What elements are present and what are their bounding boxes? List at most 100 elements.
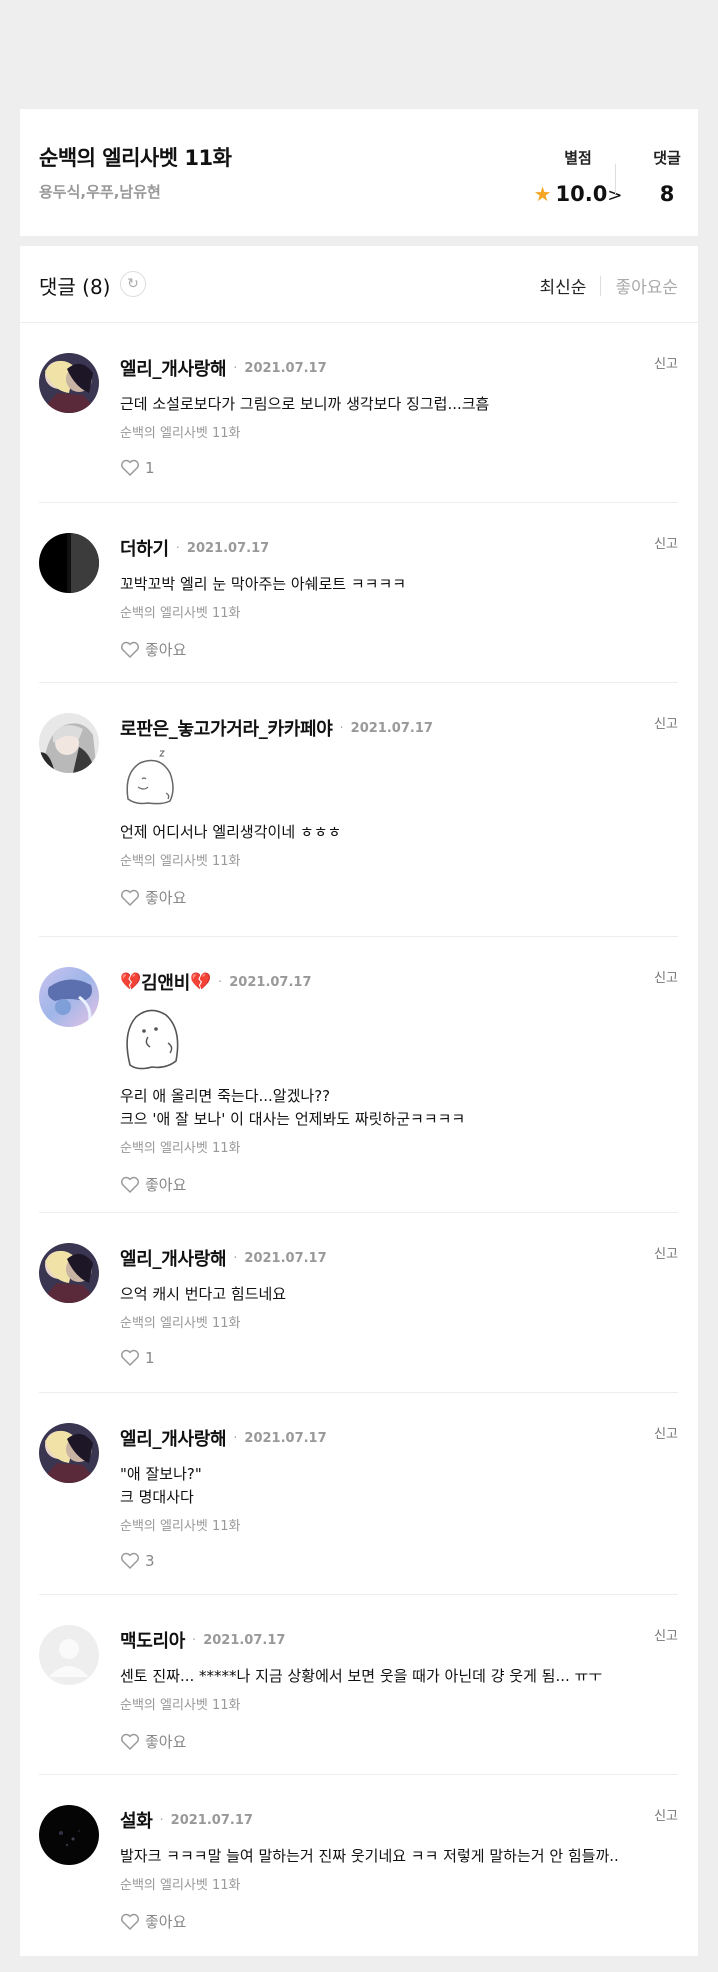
episode-header: 순백의 엘리사벳 11화 용두식,우푸,남유현 별점 ★ 10.0> 댓글 8 — [20, 109, 698, 236]
comment-item: 신고 맥도리아 · 2021.07.17 센토 진짜... *****나 지금 … — [39, 1595, 678, 1775]
comment-item: 신고 💔 김앤비 💔 · 2021.07.17 우리 애 올리면 죽는다...알… — [39, 937, 678, 1213]
separator-dot: · — [233, 1430, 238, 1446]
avatar[interactable] — [39, 967, 99, 1027]
like-count: 좋아요 — [145, 1176, 187, 1194]
comment-text: 근데 소설로보다가 그림으로 보니까 생각보다 징그럽...크흠 — [120, 395, 490, 413]
comments-list-header: 댓글 (8) ↻ 최신순 좋아요순 — [20, 246, 698, 323]
like-count: 3 — [145, 1552, 155, 1570]
heart-icon — [121, 1552, 139, 1569]
like-count: 좋아요 — [145, 1913, 187, 1931]
score-stat[interactable]: 별점 ★ 10.0> — [530, 147, 626, 206]
heart-icon — [121, 1913, 139, 1930]
avatar[interactable] — [39, 353, 99, 413]
refresh-button[interactable]: ↻ — [120, 271, 146, 297]
comment-date: 2021.07.17 — [244, 1430, 327, 1446]
comment-item: 신고 로판은_놓고가거라_카카페야 · 2021.07.17 언제 어디서나 엘… — [39, 683, 678, 937]
comment-item: 신고 더하기 · 2021.07.17 꼬박꼬박 엘리 눈 막아주는 아쉐로트 … — [39, 503, 678, 683]
comment-item: 신고 엘리_개사랑해 · 2021.07.17 근데 소설로보다가 그림으로 보… — [39, 323, 678, 503]
comment-nickname[interactable]: 엘리_개사랑해 — [120, 1425, 227, 1451]
separator-dot: · — [159, 1812, 164, 1828]
sort-options: 최신순 좋아요순 — [540, 273, 678, 298]
comment-text: 으억 캐시 번다고 힘드네요 — [120, 1285, 287, 1303]
heart-icon — [121, 889, 139, 906]
like-button[interactable]: 좋아요 — [120, 887, 678, 908]
default-avatar[interactable] — [39, 1625, 99, 1685]
comment-item: 신고 엘리_개사랑해 · 2021.07.17 으억 캐시 번다고 힘드네요 순… — [39, 1213, 678, 1393]
avatar[interactable] — [39, 1805, 99, 1865]
like-count: 좋아요 — [145, 1733, 187, 1751]
comments-count: 8 — [659, 182, 675, 206]
heart-icon — [121, 1349, 139, 1366]
star-icon: ★ — [533, 182, 552, 206]
comment-date: 2021.07.17 — [244, 360, 327, 376]
separator-dot: · — [192, 1632, 197, 1648]
comment-episode: 순백의 엘리사벳 11화 — [120, 606, 241, 621]
ghost-sticker — [120, 1003, 678, 1077]
comment-nickname[interactable]: 더하기 — [120, 535, 169, 561]
avatar[interactable] — [39, 1243, 99, 1303]
ghost-sticker — [120, 749, 678, 811]
comment-nickname[interactable]: 설화 — [120, 1807, 153, 1833]
broken-heart-icon: 💔 — [189, 972, 212, 992]
refresh-icon: ↻ — [127, 276, 139, 292]
score-label: 별점 — [564, 149, 592, 167]
comment-text: 우리 애 올리면 죽는다...알겠나?? 크으 '애 잘 보나' 이 대사는 언… — [120, 1087, 466, 1128]
like-button[interactable]: 1 — [120, 1349, 678, 1367]
separator-dot: · — [233, 1250, 238, 1266]
comments-stat[interactable]: 댓글 8 — [642, 147, 692, 206]
comment-nickname[interactable]: 로판은_놓고가거라_카카페야 — [120, 715, 333, 741]
like-button[interactable]: 좋아요 — [120, 1911, 678, 1932]
sort-divider — [600, 275, 602, 296]
comment-date: 2021.07.17 — [244, 1250, 327, 1266]
comment-item: 신고 설화 · 2021.07.17 발자크 ㅋㅋㅋ말 늘여 말하는거 진짜 웃… — [39, 1775, 678, 1955]
comment-episode: 순백의 엘리사벳 11화 — [120, 854, 241, 869]
comment-nickname[interactable]: 맥도리아 — [120, 1627, 185, 1653]
like-count: 좋아요 — [145, 641, 187, 659]
comment-nickname[interactable]: 엘리_개사랑해 — [120, 355, 227, 381]
comment-date: 2021.07.17 — [350, 720, 433, 736]
comments-section: 댓글 (8) ↻ 최신순 좋아요순 신고 엘리_개사랑해 · 2021.07.1… — [20, 246, 698, 1956]
separator-dot: · — [339, 720, 344, 736]
like-button[interactable]: 3 — [120, 1552, 678, 1570]
sort-likes-button[interactable]: 좋아요순 — [615, 273, 678, 298]
like-button[interactable]: 좋아요 — [120, 1731, 678, 1752]
separator-dot: · — [218, 974, 223, 990]
heart-icon — [121, 1733, 139, 1750]
heart-icon — [121, 641, 139, 658]
comment-text: "애 잘보나?" 크 명대사다 — [120, 1465, 202, 1506]
avatar[interactable] — [39, 713, 99, 773]
comment-episode: 순백의 엘리사벳 11화 — [120, 1316, 241, 1331]
episode-title: 순백의 엘리사벳 11화 — [39, 146, 232, 170]
like-count: 1 — [145, 459, 155, 477]
comment-nickname[interactable]: 김앤비 — [141, 969, 190, 995]
comments-title: 댓글 (8) — [39, 275, 111, 299]
comment-episode: 순백의 엘리사벳 11화 — [120, 1698, 241, 1713]
heart-icon — [121, 1176, 139, 1193]
comment-text: 발자크 ㅋㅋㅋ말 늘여 말하는거 진짜 웃기네요 ㅋㅋ 저렇게 말하는거 안 힘… — [120, 1847, 619, 1865]
comment-date: 2021.07.17 — [229, 974, 312, 990]
comment-episode: 순백의 엘리사벳 11화 — [120, 426, 241, 441]
comment-episode: 순백의 엘리사벳 11화 — [120, 1519, 241, 1534]
comment-text: 센토 진짜... *****나 지금 상황에서 보면 웃을 때가 아닌데 걍 웃… — [120, 1667, 603, 1685]
sort-latest-button[interactable]: 최신순 — [540, 273, 587, 298]
episode-authors: 용두식,우푸,남유현 — [39, 183, 161, 201]
comment-nickname[interactable]: 엘리_개사랑해 — [120, 1245, 227, 1271]
like-button[interactable]: 좋아요 — [120, 1174, 678, 1195]
comments-label: 댓글 — [653, 149, 681, 167]
comment-date: 2021.07.17 — [186, 540, 270, 556]
comment-date: 2021.07.17 — [170, 1812, 253, 1828]
stat-divider — [615, 164, 616, 194]
avatar[interactable] — [39, 1423, 99, 1483]
comment-item: 신고 엘리_개사랑해 · 2021.07.17 "애 잘보나?" 크 명대사다 … — [39, 1393, 678, 1595]
broken-heart-icon: 💔 — [120, 972, 142, 992]
comment-text: 언제 어디서나 엘리생각이네 ㅎㅎㅎ — [120, 823, 342, 841]
like-button[interactable]: 좋아요 — [120, 639, 678, 660]
avatar[interactable] — [39, 533, 99, 593]
separator-dot: · — [175, 540, 180, 556]
comment-episode: 순백의 엘리사벳 11화 — [120, 1141, 241, 1156]
comment-episode: 순백의 엘리사벳 11화 — [120, 1878, 241, 1893]
like-button[interactable]: 1 — [120, 459, 678, 477]
comment-text: 꼬박꼬박 엘리 눈 막아주는 아쉐로트 ㅋㅋㅋㅋ — [120, 575, 407, 593]
separator-dot: · — [233, 360, 238, 376]
like-count: 좋아요 — [145, 889, 187, 907]
